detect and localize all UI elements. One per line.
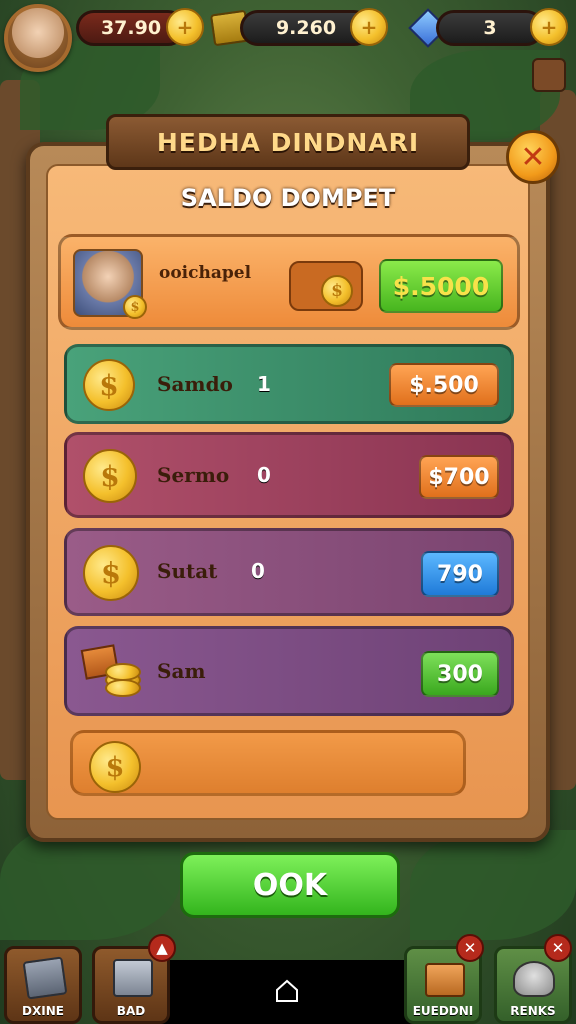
close-badge-icon[interactable]: ✕ [456, 934, 484, 962]
home-icon[interactable] [274, 978, 300, 1004]
monster-icon [513, 961, 555, 997]
gold-value: 9.260 [275, 17, 337, 39]
menu-icon[interactable] [532, 58, 566, 92]
profile-name: ooichapel [159, 263, 252, 283]
row-label: Sutat [157, 559, 218, 583]
profile-row: $ ooichapel $ $.5000 [58, 234, 520, 330]
row-count: 0 [251, 559, 265, 583]
tile-label: RENKS [510, 1004, 556, 1018]
gems-value: 3 [483, 17, 497, 39]
system-navbar [150, 960, 426, 1024]
close-icon[interactable]: ✕ [506, 130, 560, 184]
coin-icon: $ [89, 741, 141, 793]
row-amount-button[interactable]: $700 [419, 455, 499, 499]
profile-coin-slot: $ [289, 261, 363, 311]
leaf [410, 830, 576, 940]
add-gems-icon[interactable]: + [530, 8, 568, 46]
crate-icon [425, 963, 465, 997]
row-count: 1 [257, 372, 271, 396]
dialog-title: HEDHA DINDNARI [106, 114, 470, 170]
balance-row: Sam 300 [64, 626, 514, 716]
profile-balance-button[interactable]: $.5000 [379, 259, 503, 313]
machine-icon [22, 956, 68, 1000]
coin-stack-icon [80, 641, 145, 703]
balance-row: $ Samdo 1 $.500 [64, 344, 514, 424]
coins-value: 37.90 [100, 17, 162, 39]
notification-badge: ▲ [148, 934, 176, 962]
box-icon [113, 959, 153, 997]
balance-row: $ Sutat 0 790 [64, 528, 514, 616]
balance-row: $ Sermo 0 $700 [64, 432, 514, 518]
top-resource-bar: 37.90 + 9.260 + 3 + [0, 0, 576, 72]
gems-counter: 3 [436, 10, 544, 46]
tile-label: BAD [116, 1004, 146, 1018]
coin-icon: $ [83, 449, 137, 503]
coin-icon: $ [83, 359, 135, 411]
add-coins-icon[interactable]: + [166, 8, 204, 46]
bottom-tile-dxine[interactable]: DXINE [4, 946, 82, 1024]
profile-coin-icon: $ [123, 295, 147, 319]
row-label: Samdo [157, 372, 233, 396]
row-label: Sermo [157, 463, 230, 487]
tile-label: DXINE [22, 1004, 64, 1018]
player-avatar[interactable] [4, 4, 72, 72]
row-label: Sam [157, 659, 206, 683]
tile-label: EUEDDNI [412, 1004, 474, 1018]
add-gold-icon[interactable]: + [350, 8, 388, 46]
row-amount-button[interactable]: 790 [421, 551, 499, 597]
close-badge-icon[interactable]: ✕ [544, 934, 572, 962]
ok-button[interactable]: OOK [180, 852, 400, 918]
row-amount-button[interactable]: $.500 [389, 363, 499, 407]
empty-slot-row: $ [70, 730, 466, 796]
coin-icon: $ [321, 275, 353, 307]
coin-icon: $ [83, 545, 139, 601]
row-count: 0 [257, 463, 271, 487]
row-amount-button[interactable]: 300 [421, 651, 499, 697]
dialog-subtitle: SALDO DOMPET [180, 184, 396, 212]
